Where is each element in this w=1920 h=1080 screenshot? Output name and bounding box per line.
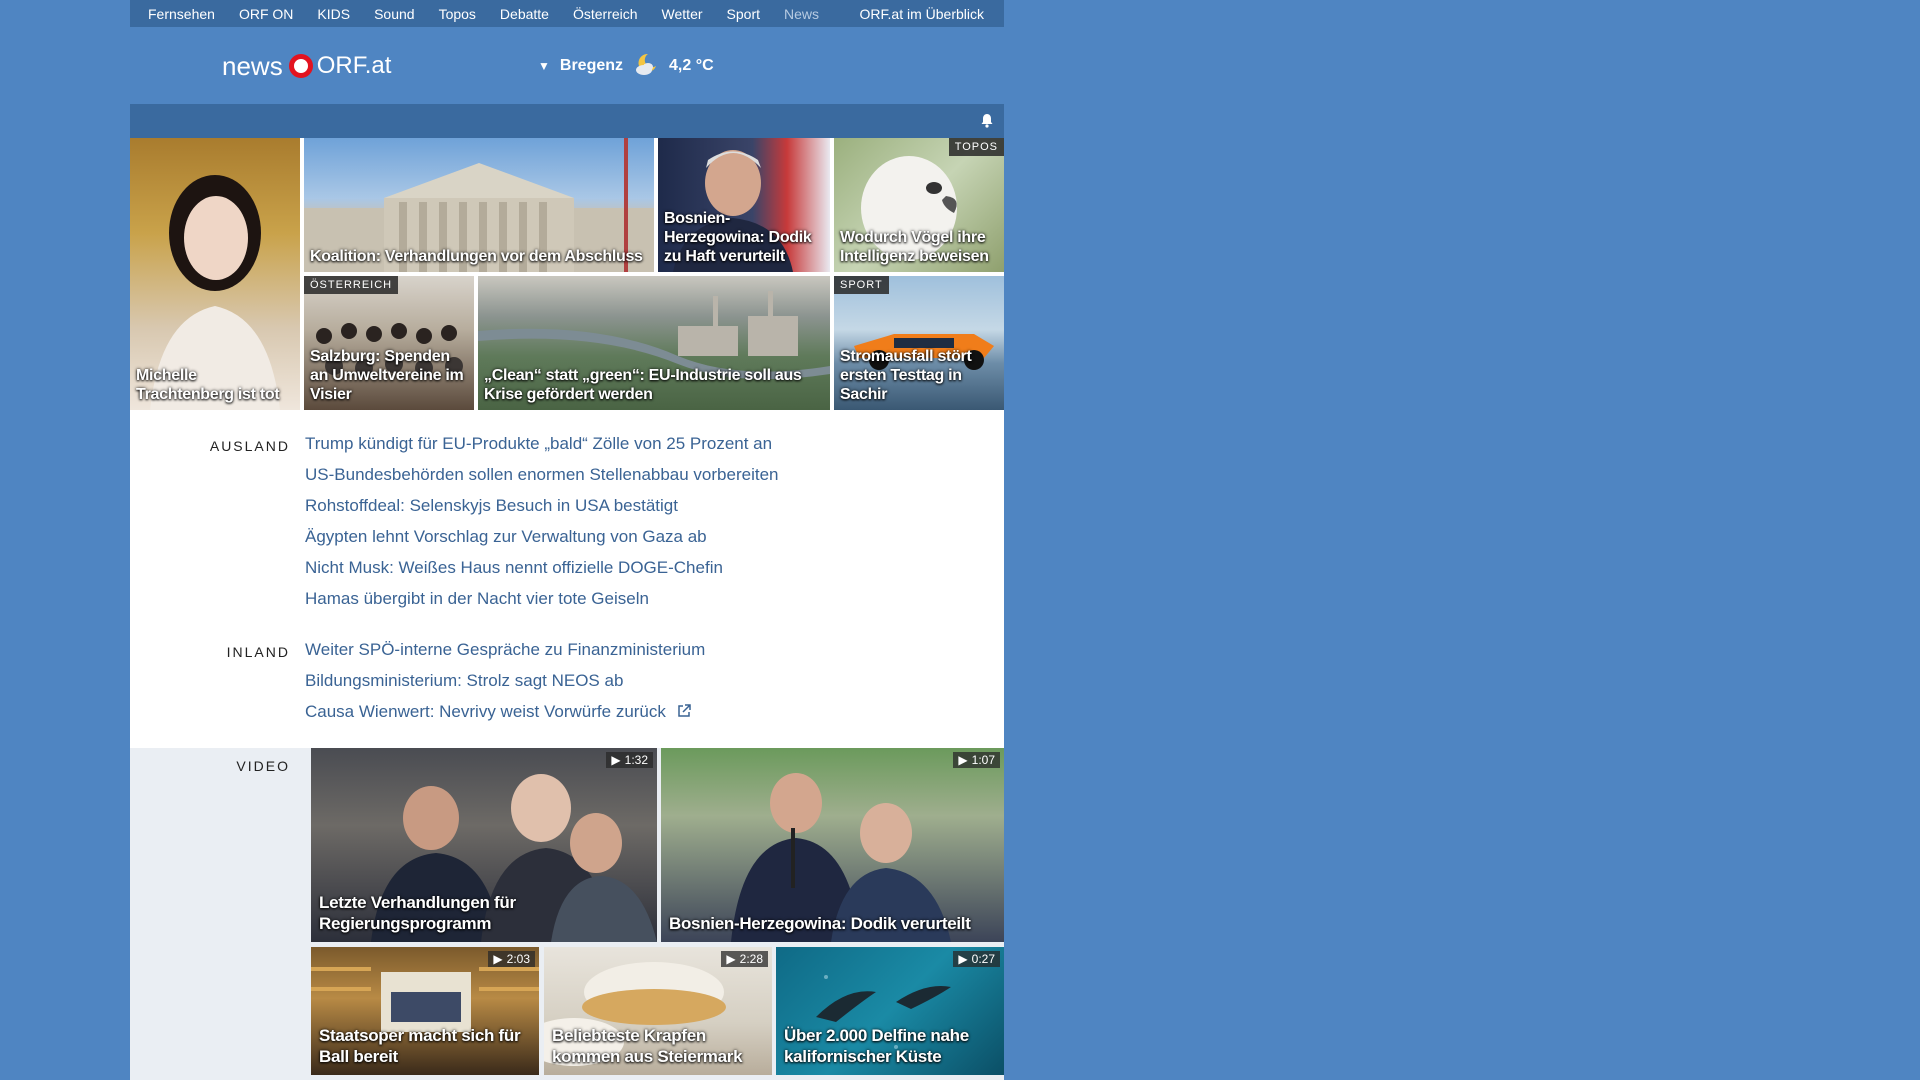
logo-orf-text: ORF.at — [316, 52, 392, 79]
video-duration: ▶ 2:03 — [488, 951, 535, 967]
category-tag[interactable]: ÖSTERREICH — [304, 276, 399, 294]
nav-item-kids[interactable]: KIDS — [305, 6, 362, 22]
story-caption: Stromausfall stört ersten Testtag in Sac… — [840, 348, 972, 403]
video-section: VIDEO ▶ 1:32 Letzte Verhandlungen für Reg… — [130, 748, 1004, 1080]
section-label-video: VIDEO — [236, 758, 290, 774]
nav-item-wetter[interactable]: Wetter — [650, 6, 715, 22]
play-icon: ▶ — [958, 753, 968, 767]
story-tile[interactable]: ÖSTERREICH Salzburg: Spenden an Umweltve… — [304, 276, 474, 410]
top-navigation: Fernsehen ORF ON KIDS Sound Topos Debatt… — [130, 0, 1004, 27]
story-tile[interactable]: TOPOS Wodurch Vögel ihre Intelligenz bew… — [834, 138, 1004, 272]
news-orf-logo[interactable]: news ORF.at — [222, 48, 391, 84]
bell-icon[interactable] — [980, 113, 994, 133]
dropdown-arrow-icon[interactable]: ▼ — [538, 59, 550, 73]
video-caption: Bosnien-Herzegowina: Dodik verurteilt — [669, 914, 971, 933]
nav-item-sound[interactable]: Sound — [362, 6, 426, 22]
video-caption: Letzte Verhandlungen für Regierungsprogr… — [319, 893, 516, 933]
headline-link[interactable]: Ägypten lehnt Vorschlag zur Verwaltung v… — [305, 521, 779, 552]
weather-city: Bregenz — [559, 57, 624, 74]
headline-link[interactable]: Nicht Musk: Weißes Haus nennt offizielle… — [305, 552, 779, 583]
story-caption: Wodurch Vögel ihre Intelligenz beweisen — [840, 229, 989, 265]
headline-link[interactable]: Rohstoffdeal: Selenskyjs Besuch in USA b… — [305, 490, 779, 521]
story-tile[interactable]: Michelle Trachtenberg ist tot — [130, 138, 300, 410]
video-duration: ▶ 2:28 — [721, 951, 768, 967]
nav-item-news[interactable]: News — [772, 6, 831, 22]
section-bar — [130, 104, 1004, 138]
weather-widget[interactable]: ▼ Bregenz 4,2 °C — [538, 52, 714, 80]
nav-item-sport[interactable]: Sport — [715, 6, 772, 22]
story-tile[interactable]: Koalition: Verhandlungen vor dem Abschlu… — [304, 138, 654, 272]
story-tile[interactable]: Bosnien-Herzegowina: Dodik zu Haft verur… — [658, 138, 830, 272]
story-tile[interactable]: SPORT Stromausfall stört ersten Testtag … — [834, 276, 1004, 410]
orf-ring-icon — [288, 54, 313, 78]
partly-cloudy-moon-icon — [633, 51, 659, 82]
headline-link[interactable]: Hamas übergibt in der Nacht vier tote Ge… — [305, 583, 779, 614]
story-caption: „Clean“ statt „green“: EU-Industrie soll… — [484, 367, 802, 403]
video-tile[interactable]: ▶ 2:28 Beliebteste Krapfen kommen aus Ste… — [544, 947, 772, 1075]
weather-temperature: 4,2 °C — [669, 57, 714, 74]
headline-link[interactable]: Trump kündigt für EU-Produkte „bald“ Zöl… — [305, 428, 779, 459]
external-link-icon — [677, 697, 691, 728]
nav-overview-link[interactable]: ORF.at im Überblick — [848, 6, 1004, 22]
ausland-list: Trump kündigt für EU-Produkte „bald“ Zöl… — [305, 428, 779, 614]
video-tile[interactable]: ▶ 1:07 Bosnien-Herzegowina: Dodik verurte… — [661, 748, 1004, 942]
headline-link-external[interactable]: Causa Wienwert: Nevrivy weist Vorwürfe z… — [305, 696, 705, 728]
inland-list: Weiter SPÖ-interne Gespräche zu Finanzmi… — [305, 634, 705, 728]
nav-item-orf-on[interactable]: ORF ON — [227, 6, 305, 22]
video-caption: Staatsoper macht sich für Ball bereit — [319, 1026, 521, 1066]
video-tile[interactable]: ▶ 2:03 Staatsoper macht sich für Ball ber… — [311, 947, 539, 1075]
play-icon: ▶ — [493, 952, 503, 966]
play-icon: ▶ — [726, 952, 736, 966]
headline-text: Causa Wienwert: Nevrivy weist Vorwürfe z… — [305, 702, 666, 721]
story-caption: Michelle Trachtenberg ist tot — [136, 367, 280, 403]
nav-item-fernsehen[interactable]: Fernsehen — [130, 6, 227, 22]
headline-link[interactable]: Weiter SPÖ-interne Gespräche zu Finanzmi… — [305, 634, 705, 665]
logo-news-text: news — [222, 50, 283, 81]
video-caption: Beliebteste Krapfen kommen aus Steiermar… — [552, 1026, 743, 1066]
story-caption: Koalition: Verhandlungen vor dem Abschlu… — [310, 248, 643, 265]
story-caption: Bosnien-Herzegowina: Dodik zu Haft verur… — [664, 210, 812, 265]
story-tile[interactable]: „Clean“ statt „green“: EU-Industrie soll… — [478, 276, 830, 410]
category-tag[interactable]: TOPOS — [948, 138, 1004, 156]
video-caption: Über 2.000 Delfine nahe kalifornischer K… — [784, 1026, 969, 1066]
section-label-inland: INLAND — [226, 644, 290, 660]
play-icon: ▶ — [958, 952, 968, 966]
nav-item-debatte[interactable]: Debatte — [488, 6, 561, 22]
headline-link[interactable]: US-Bundesbehörden sollen enormen Stellen… — [305, 459, 779, 490]
nav-item-oesterreich[interactable]: Österreich — [561, 6, 650, 22]
video-tile[interactable]: ▶ 1:32 Letzte Verhandlungen für Regierung… — [311, 748, 657, 942]
play-icon: ▶ — [611, 753, 621, 767]
nav-item-topos[interactable]: Topos — [427, 6, 488, 22]
video-tile[interactable]: ▶ 0:27 Über 2.000 Delfine nahe kalifornis… — [776, 947, 1004, 1075]
video-duration: ▶ 1:07 — [953, 752, 1000, 768]
story-caption: Salzburg: Spenden an Umweltvereine im Vi… — [310, 348, 464, 403]
category-tag[interactable]: SPORT — [834, 276, 889, 294]
video-duration: ▶ 0:27 — [953, 951, 1000, 967]
video-duration: ▶ 1:32 — [606, 752, 653, 768]
section-label-ausland: AUSLAND — [209, 438, 290, 454]
headline-link[interactable]: Bildungsministerium: Strolz sagt NEOS ab — [305, 665, 705, 696]
